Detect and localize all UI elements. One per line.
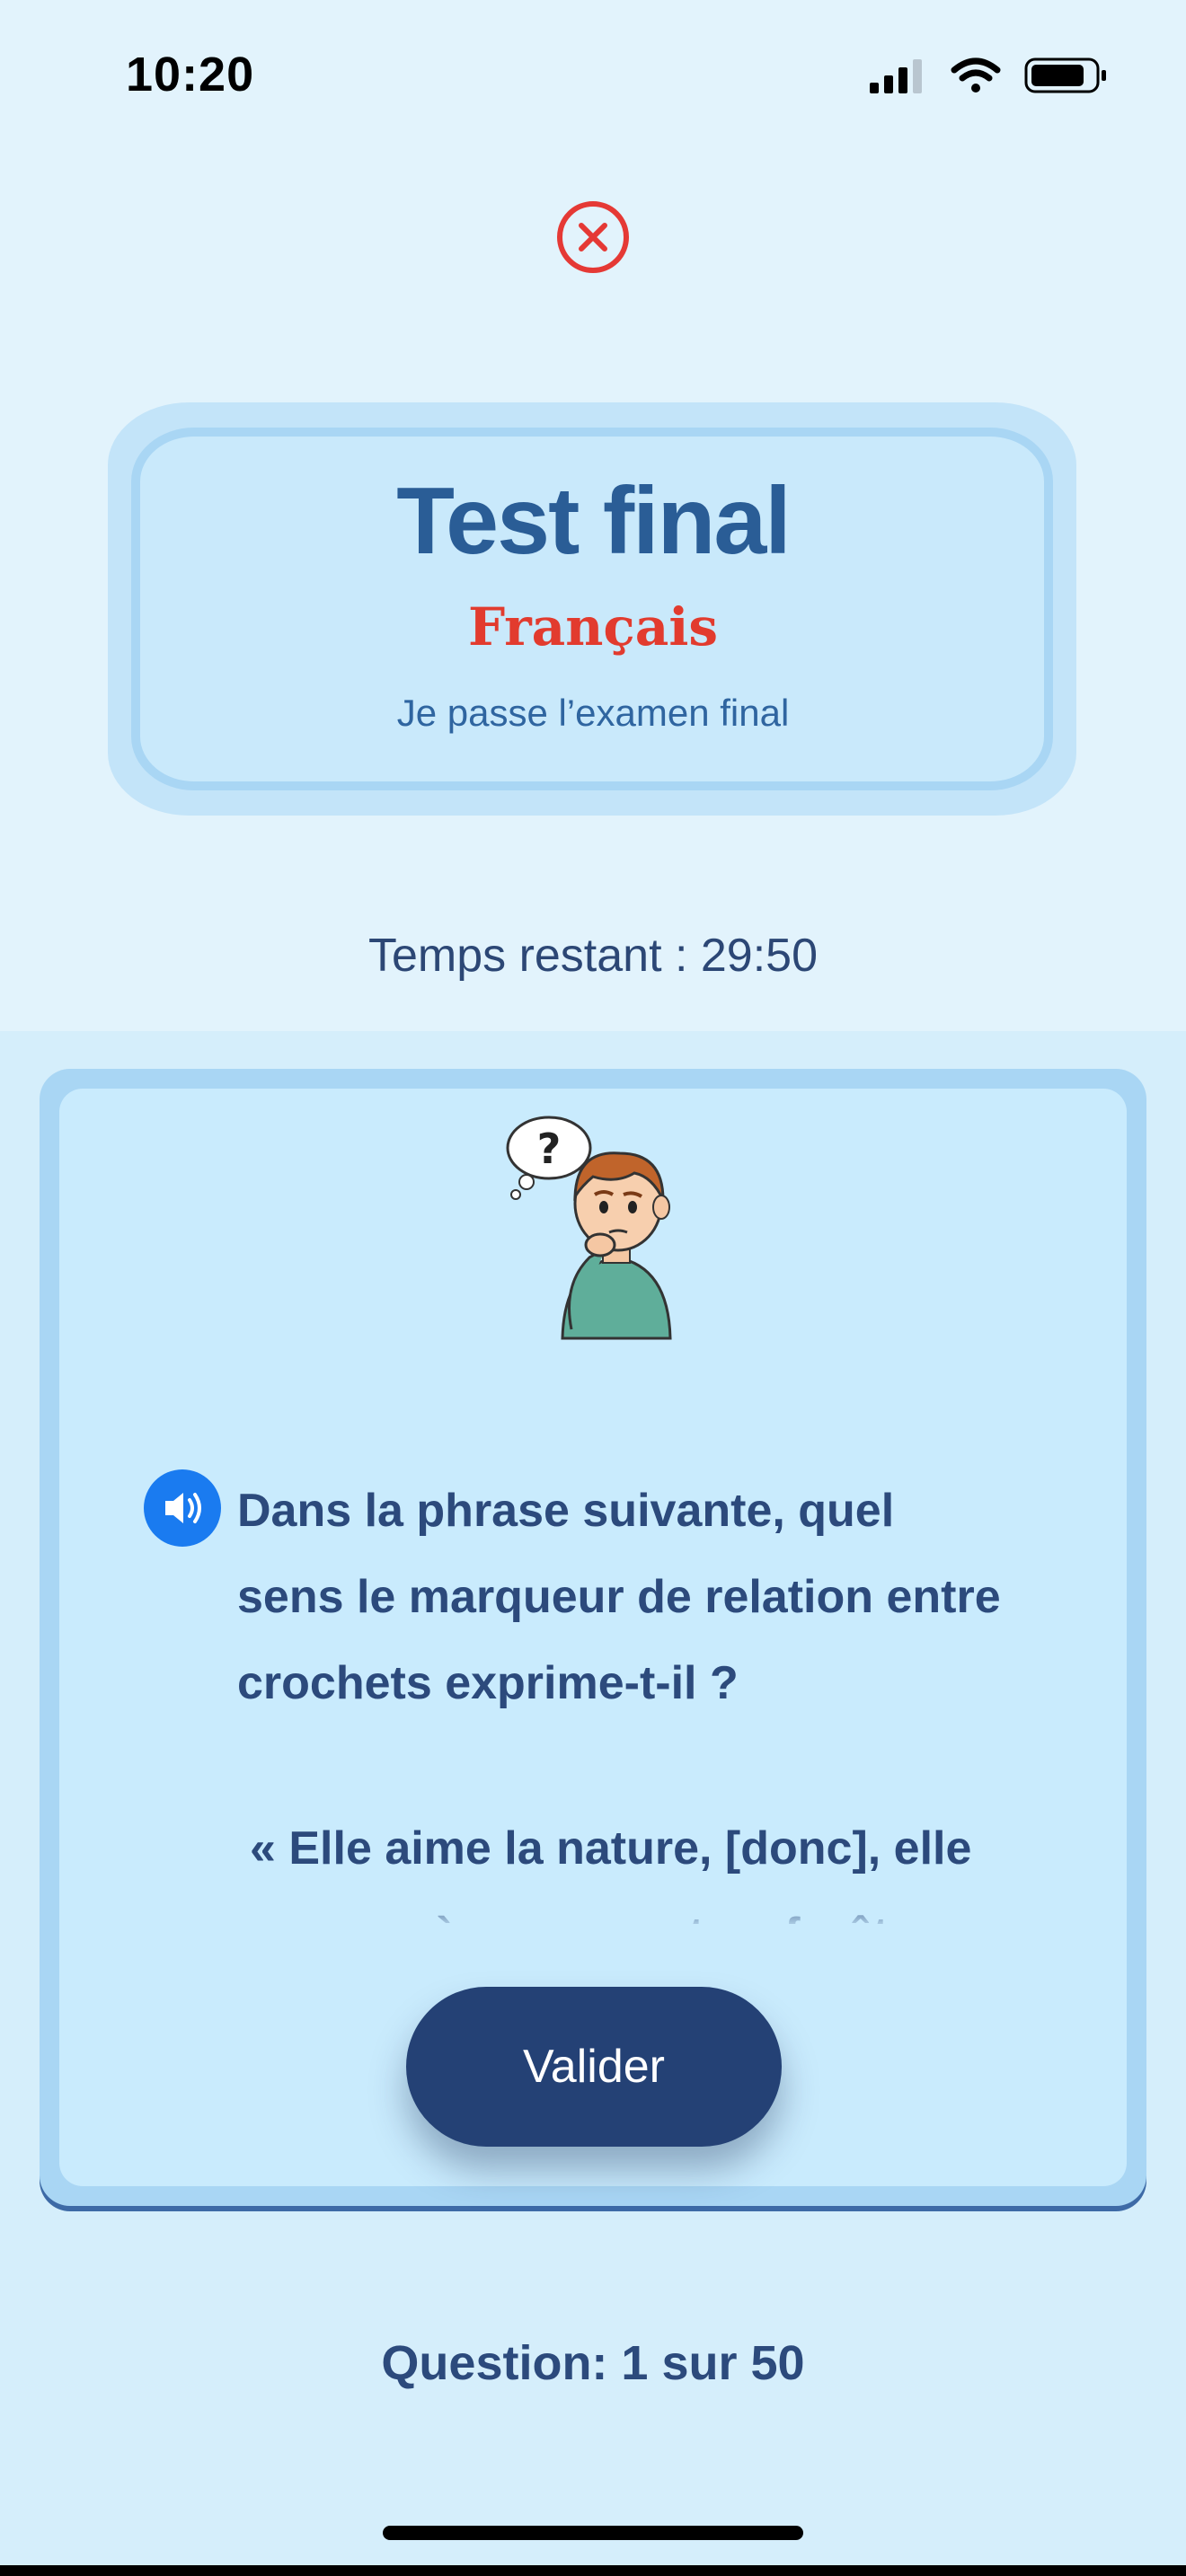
close-circle-icon (557, 201, 629, 273)
question-text: Dans la phrase suivante, quel sens le ma… (237, 1485, 1001, 1709)
quiz-screen: 10:20 Test final Français Je passe l’exa… (0, 0, 1186, 2576)
thinking-boy-illustration: ? (506, 1116, 672, 1340)
battery-icon (1024, 57, 1106, 93)
close-button[interactable] (555, 199, 631, 275)
speaker-button[interactable] (144, 1469, 221, 1547)
time-remaining: Temps restant : 29:50 (367, 930, 819, 982)
subject-label: Français (467, 596, 719, 657)
speaker-icon (165, 1493, 201, 1523)
wifi-icon (951, 57, 1001, 93)
page-subtitle: Je passe l’examen final (396, 692, 790, 734)
page-title: Test final (396, 468, 791, 574)
scroll-fade (180, 1895, 988, 1931)
status-time: 10:20 (126, 48, 255, 101)
validate-button[interactable]: Valider (406, 1987, 782, 2147)
cellular-signal-icon (870, 59, 922, 93)
status-icons (870, 56, 1109, 95)
question-counter: Question: 1 sur 50 (381, 2336, 805, 2390)
svg-text:?: ? (537, 1125, 562, 1173)
home-indicator[interactable] (383, 2526, 803, 2540)
bottom-edge (0, 2565, 1186, 2576)
